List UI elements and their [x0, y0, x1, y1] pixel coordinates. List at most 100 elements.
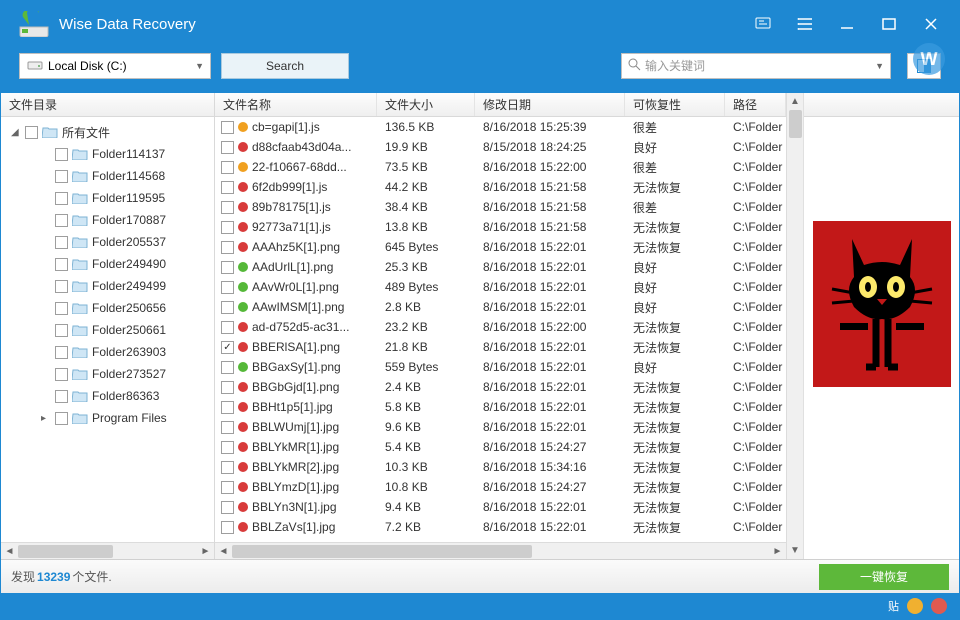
row-checkbox[interactable]	[221, 261, 234, 274]
scrollbar-thumb[interactable]	[789, 110, 802, 138]
file-row[interactable]: BBGbGjd[1].png2.4 KB8/16/2018 15:22:01无法…	[215, 377, 786, 397]
tree-folder[interactable]: Folder86363	[1, 385, 214, 407]
tree-folder[interactable]: Folder273527	[1, 363, 214, 385]
checkbox[interactable]	[55, 214, 68, 227]
row-checkbox[interactable]	[221, 501, 234, 514]
row-checkbox[interactable]	[221, 121, 234, 134]
file-row[interactable]: BBLYkMR[2].jpg10.3 KB8/16/2018 15:34:16无…	[215, 457, 786, 477]
tree-folder[interactable]: Folder250661	[1, 319, 214, 341]
row-checkbox[interactable]	[221, 461, 234, 474]
row-checkbox[interactable]	[221, 181, 234, 194]
tree-folder[interactable]: Folder249490	[1, 253, 214, 275]
file-row[interactable]: 22-f10667-68dd...73.5 KB8/16/2018 15:22:…	[215, 157, 786, 177]
file-row[interactable]: AAwIMSM[1].png2.8 KB8/16/2018 15:22:01良好…	[215, 297, 786, 317]
file-row[interactable]: d88cfaab43d04a...19.9 KB8/15/2018 18:24:…	[215, 137, 786, 157]
scroll-left-arrow-icon[interactable]: ◄	[215, 543, 232, 560]
checkbox[interactable]	[55, 412, 68, 425]
file-row[interactable]: AAdUrlL[1].png25.3 KB8/16/2018 15:22:01良…	[215, 257, 786, 277]
file-row[interactable]: BBLYmzD[1].jpg10.8 KB8/16/2018 15:24:27无…	[215, 477, 786, 497]
tree-folder[interactable]: Folder119595	[1, 187, 214, 209]
checkbox[interactable]	[55, 346, 68, 359]
row-checkbox[interactable]	[221, 161, 234, 174]
checkbox[interactable]	[55, 302, 68, 315]
grid-vertical-scrollbar[interactable]: ▲ ▼	[786, 93, 803, 559]
row-checkbox[interactable]	[221, 321, 234, 334]
tree-folder[interactable]: Folder249499	[1, 275, 214, 297]
file-row[interactable]: BBLYn3N[1].jpg9.4 KB8/16/2018 15:22:01无法…	[215, 497, 786, 517]
file-row[interactable]: BBHt1p5[1].jpg5.8 KB8/16/2018 15:22:01无法…	[215, 397, 786, 417]
row-checkbox[interactable]	[221, 401, 234, 414]
row-checkbox[interactable]	[221, 421, 234, 434]
file-row[interactable]: AAAhz5K[1].png645 Bytes8/16/2018 15:22:0…	[215, 237, 786, 257]
tree-folder[interactable]: Folder114568	[1, 165, 214, 187]
scroll-up-arrow-icon[interactable]: ▲	[787, 93, 803, 110]
tree-folder[interactable]: Folder170887	[1, 209, 214, 231]
row-checkbox[interactable]	[221, 361, 234, 374]
search-button[interactable]: Search	[221, 53, 349, 79]
feedback-icon[interactable]	[755, 16, 771, 32]
row-checkbox[interactable]	[221, 441, 234, 454]
weibo-icon[interactable]	[931, 598, 947, 614]
row-checkbox[interactable]	[221, 241, 234, 254]
col-path[interactable]: 路径	[725, 93, 786, 116]
checkbox[interactable]	[25, 126, 38, 139]
grid-horizontal-scrollbar[interactable]: ◄ ►	[215, 542, 786, 559]
row-checkbox[interactable]	[221, 481, 234, 494]
file-row[interactable]: 6f2db999[1].js44.2 KB8/16/2018 15:21:58无…	[215, 177, 786, 197]
checkbox[interactable]	[55, 170, 68, 183]
checkbox[interactable]	[55, 236, 68, 249]
close-button[interactable]	[923, 16, 939, 32]
scroll-left-arrow-icon[interactable]: ◄	[1, 543, 18, 560]
minimize-button[interactable]	[839, 16, 855, 32]
recover-button[interactable]: 一键恢复	[819, 564, 949, 590]
file-row[interactable]: BBLWUmj[1].jpg9.6 KB8/16/2018 15:22:01无法…	[215, 417, 786, 437]
col-recoverability[interactable]: 可恢复性	[625, 93, 725, 116]
keyword-search[interactable]: ▼	[621, 53, 891, 79]
row-checkbox[interactable]	[221, 341, 234, 354]
row-checkbox[interactable]	[221, 301, 234, 314]
file-row[interactable]: BBERlSA[1].png21.8 KB8/16/2018 15:22:01无…	[215, 337, 786, 357]
scroll-right-arrow-icon[interactable]: ►	[769, 543, 786, 560]
tree-root[interactable]: ◢所有文件	[1, 121, 214, 143]
row-checkbox[interactable]	[221, 221, 234, 234]
col-date[interactable]: 修改日期	[475, 93, 625, 116]
tree-folder[interactable]: Folder263903	[1, 341, 214, 363]
checkbox[interactable]	[55, 280, 68, 293]
menu-icon[interactable]	[797, 16, 813, 32]
drive-select[interactable]: Local Disk (C:) ▼	[19, 53, 211, 79]
file-row[interactable]: BBLYkMR[1].jpg5.4 KB8/16/2018 15:24:27无法…	[215, 437, 786, 457]
expand-icon[interactable]: ▸	[41, 413, 51, 424]
scrollbar-thumb[interactable]	[232, 545, 532, 558]
tieba-link[interactable]: 贴	[888, 598, 899, 614]
file-row[interactable]: 89b78175[1].js38.4 KB8/16/2018 15:21:58很…	[215, 197, 786, 217]
checkbox[interactable]	[55, 258, 68, 271]
col-name[interactable]: 文件名称	[215, 93, 377, 116]
favorite-icon[interactable]	[907, 598, 923, 614]
row-checkbox[interactable]	[221, 521, 234, 534]
scroll-right-arrow-icon[interactable]: ►	[197, 543, 214, 560]
checkbox[interactable]	[55, 148, 68, 161]
file-row[interactable]: cb=gapi[1].js136.5 KB8/16/2018 15:25:39很…	[215, 117, 786, 137]
scrollbar-thumb[interactable]	[18, 545, 113, 558]
file-row[interactable]: ad-d752d5-ac31...23.2 KB8/16/2018 15:22:…	[215, 317, 786, 337]
col-size[interactable]: 文件大小	[377, 93, 475, 116]
checkbox[interactable]	[55, 390, 68, 403]
row-checkbox[interactable]	[221, 381, 234, 394]
file-row[interactable]: AAvWr0L[1].png489 Bytes8/16/2018 15:22:0…	[215, 277, 786, 297]
checkbox[interactable]	[55, 368, 68, 381]
collapse-icon[interactable]: ◢	[11, 127, 21, 138]
keyword-input[interactable]	[645, 59, 875, 73]
row-checkbox[interactable]	[221, 141, 234, 154]
maximize-button[interactable]	[881, 16, 897, 32]
row-checkbox[interactable]	[221, 201, 234, 214]
checkbox[interactable]	[55, 324, 68, 337]
checkbox[interactable]	[55, 192, 68, 205]
tree-folder[interactable]: Folder205537	[1, 231, 214, 253]
file-row[interactable]: 92773a71[1].js13.8 KB8/16/2018 15:21:58无…	[215, 217, 786, 237]
tree-folder[interactable]: ▸Program Files	[1, 407, 214, 429]
scroll-down-arrow-icon[interactable]: ▼	[787, 542, 803, 559]
sidebar-horizontal-scrollbar[interactable]: ◄ ►	[1, 542, 214, 559]
file-row[interactable]: BBGaxSy[1].png559 Bytes8/16/2018 15:22:0…	[215, 357, 786, 377]
file-row[interactable]: BBLZaVs[1].jpg7.2 KB8/16/2018 15:22:01无法…	[215, 517, 786, 537]
tree-folder[interactable]: Folder114137	[1, 143, 214, 165]
